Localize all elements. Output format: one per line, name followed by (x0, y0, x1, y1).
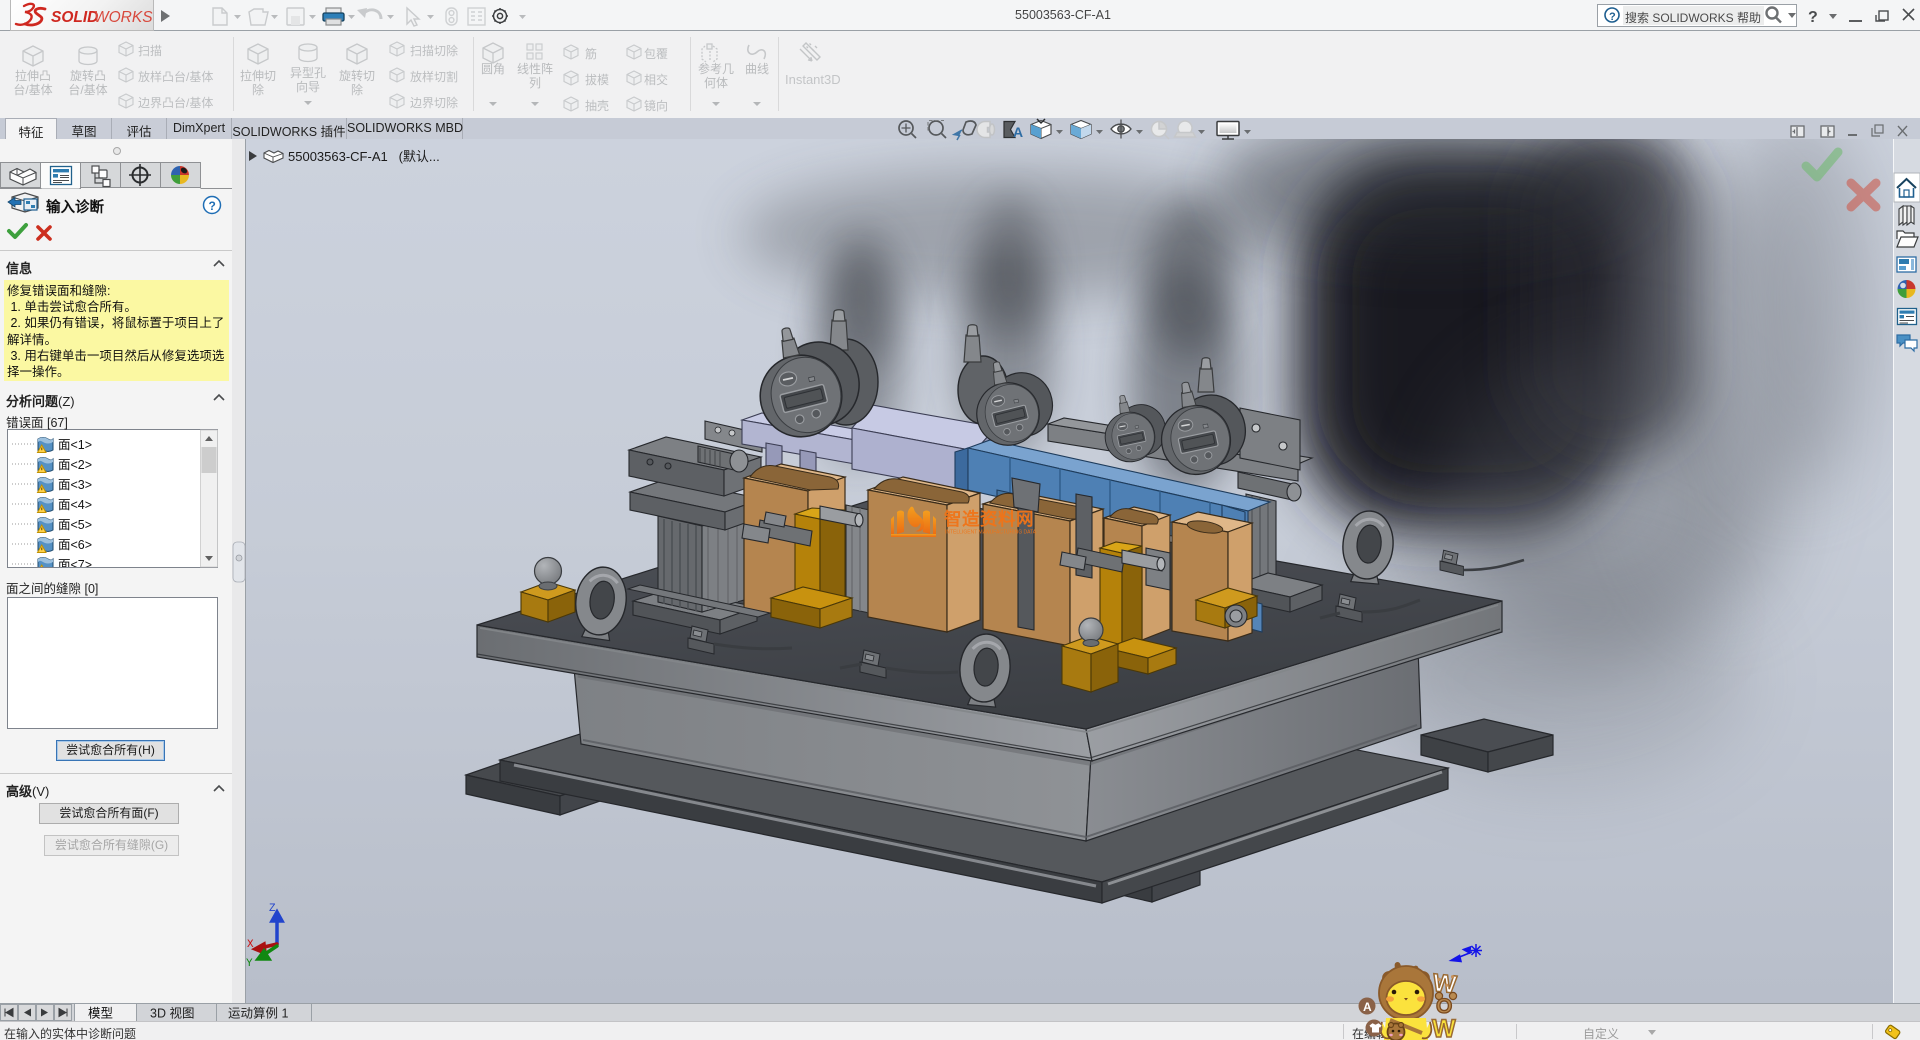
svg-text:INTELLIGENT MANUFACTURING DATA: INTELLIGENT MANUFACTURING DATA (945, 530, 1037, 536)
svg-text:面<3>: 面<3> (58, 478, 92, 492)
svg-text:?: ? (1808, 9, 1818, 26)
svg-text:A: A (1013, 124, 1023, 140)
svg-text:WORKS: WORKS (94, 9, 153, 26)
svg-text:?: ? (1609, 11, 1616, 23)
svg-text:面<4>: 面<4> (58, 498, 92, 512)
svg-text:55003563-CF-A1 (默认...: 55003563-CF-A1 (默认... (288, 149, 440, 164)
svg-text:Z: Z (269, 903, 276, 915)
svg-text:X: X (247, 939, 254, 951)
svg-text:面<6>: 面<6> (58, 538, 92, 552)
svg-text:模型: 模型 (88, 1007, 113, 1021)
svg-text:SOLID: SOLID (51, 9, 98, 26)
svg-text:面<2>: 面<2> (58, 458, 92, 472)
svg-text:W: W (1432, 1015, 1456, 1040)
svg-text:3D 视图: 3D 视图 (150, 1006, 194, 1021)
svg-text:Y: Y (246, 958, 253, 970)
svg-text:面<7>: 面<7> (58, 558, 92, 572)
svg-text:A: A (1363, 1000, 1372, 1014)
svg-text:智造资料网: 智造资料网 (944, 509, 1034, 529)
svg-text:运动算例 1: 运动算例 1 (228, 1006, 288, 1021)
svg-text:面<5>: 面<5> (58, 518, 92, 532)
svg-text:?: ? (209, 199, 216, 213)
svg-text:面<1>: 面<1> (58, 438, 92, 452)
